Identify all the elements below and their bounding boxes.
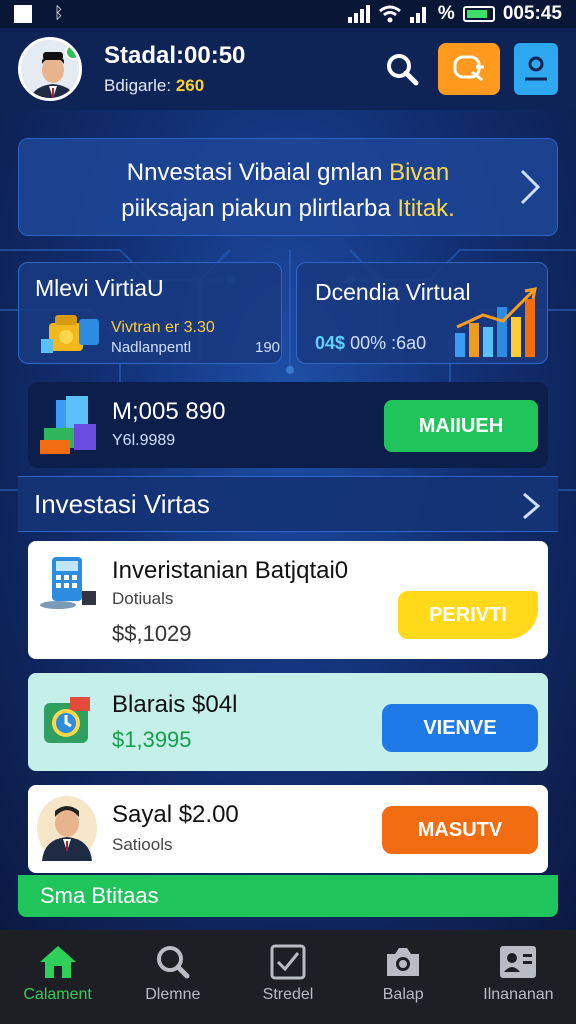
list-item[interactable]: Inveristanian Batjqtai0 Dotiuals $$,1029… bbox=[28, 541, 548, 659]
item-price: $$,1029 bbox=[112, 621, 192, 646]
bluetooth-icon: ᛒ bbox=[54, 5, 64, 22]
chevron-right-icon bbox=[523, 492, 541, 520]
nav-label: Dlemne bbox=[145, 986, 201, 1003]
bar-chart-icon bbox=[455, 287, 537, 357]
nav-item-search[interactable]: Dlemne bbox=[115, 930, 230, 1024]
banner-highlight-1: Bivan bbox=[389, 159, 450, 186]
bottom-navigation: Calament Dlemne Stredel Balap Ilnananan bbox=[0, 930, 576, 1024]
balance-panel: M;005 890 Y6l.9989 MAIIUEH bbox=[28, 382, 548, 468]
item-price: $1,3995 bbox=[112, 727, 192, 752]
percent-value: 04$ bbox=[315, 333, 346, 353]
percent-text: 00% :6a0 bbox=[350, 333, 427, 353]
avatar[interactable] bbox=[18, 37, 82, 101]
chat-icon bbox=[453, 55, 484, 82]
nav-item-camera[interactable]: Balap bbox=[346, 930, 461, 1024]
nav-label: Ilnananan bbox=[483, 986, 554, 1003]
item-action-button[interactable]: MASUTV bbox=[382, 806, 538, 854]
nav-item-tasks[interactable]: Stredel bbox=[230, 930, 345, 1024]
bottom-banner[interactable]: Sma Btitaas bbox=[18, 875, 558, 917]
item-action-button[interactable]: PERIVTI bbox=[398, 591, 538, 639]
signal-icon-2 bbox=[409, 7, 426, 23]
user-balance-line: Bdigarle: 260 bbox=[104, 76, 366, 96]
checkbox-icon bbox=[270, 944, 306, 980]
card-line-1: Vivtran er 3.30 bbox=[111, 319, 215, 336]
section-header[interactable]: Investasi Virtas bbox=[18, 476, 558, 532]
section-title: Investasi Virtas bbox=[34, 488, 210, 519]
wallet-clock-icon bbox=[44, 697, 90, 743]
battery-percent: % bbox=[437, 3, 455, 24]
card-title: Mlevi VirtiaU bbox=[35, 275, 164, 301]
notification-icon bbox=[14, 5, 32, 23]
app-header: Stadal:00:50 Bdigarle: 260 bbox=[0, 28, 576, 110]
wifi-icon bbox=[378, 5, 401, 23]
item-subtitle: Dotiuals bbox=[112, 589, 174, 608]
status-bar: ᛒ % 005:45 bbox=[0, 0, 576, 28]
user-icon bbox=[525, 56, 547, 81]
online-status-dot bbox=[65, 44, 79, 60]
calculator-icon bbox=[40, 557, 96, 609]
search-button[interactable] bbox=[380, 47, 424, 91]
nav-item-profile[interactable]: Ilnananan bbox=[461, 930, 576, 1024]
camera-icon bbox=[387, 948, 420, 976]
card-line-2-value: 190 bbox=[255, 339, 281, 356]
profile-button[interactable] bbox=[514, 43, 558, 95]
promo-banner[interactable]: Nnvestasi Vibaial gmlan Bivan piiksajan … bbox=[18, 138, 558, 236]
money-bag-icon bbox=[41, 315, 99, 353]
search-icon bbox=[387, 54, 419, 86]
banner-text-2: piiksajan piakun plirtlarba bbox=[121, 195, 391, 222]
nav-label: Calament bbox=[23, 986, 92, 1003]
cards-stack-icon bbox=[40, 396, 96, 454]
card-title: Dcendia Virtual bbox=[315, 279, 471, 305]
list-item[interactable]: Sayal $2.00 Satiools MASUTV bbox=[28, 785, 548, 873]
signal-icon bbox=[347, 5, 370, 23]
virtual-wallet-card[interactable]: Mlevi VirtiaU Vivtran er 3.30 Nadlanpent… bbox=[18, 262, 282, 364]
balance-action-button[interactable]: MAIIUEH bbox=[384, 400, 538, 452]
nav-item-home[interactable]: Calament bbox=[0, 930, 115, 1024]
balance-sub: Y6l.9989 bbox=[112, 432, 176, 449]
balance-amount: M;005 890 bbox=[112, 398, 226, 425]
user-name: Stadal:00:50 bbox=[104, 42, 246, 69]
item-subtitle: Satiools bbox=[112, 835, 173, 854]
coin-value: 260 bbox=[175, 76, 205, 95]
chat-button[interactable] bbox=[438, 43, 500, 95]
item-title: Blarais $04l bbox=[112, 691, 238, 718]
banner-highlight-2: Ititak. bbox=[397, 195, 455, 222]
card-line-2: Nadlanpentl bbox=[111, 339, 192, 356]
balance-label: Bdigarle: bbox=[104, 76, 172, 95]
item-action-button[interactable]: VIENVE bbox=[382, 704, 538, 752]
chevron-right-icon bbox=[520, 169, 541, 205]
card-percent: 04$ 00% :6a0 bbox=[315, 333, 426, 354]
home-icon bbox=[39, 946, 76, 978]
item-title: Inveristanian Batjqtai0 bbox=[112, 557, 349, 584]
battery-icon bbox=[462, 6, 495, 22]
search-icon bbox=[156, 946, 190, 979]
person-avatar-icon bbox=[37, 796, 97, 861]
list-item[interactable]: Blarais $04l $1,3995 VIENVE bbox=[28, 673, 548, 771]
banner-text-1: Nnvestasi Vibaial gmlan bbox=[126, 159, 383, 186]
id-card-icon bbox=[500, 946, 537, 978]
banner-line-2: piiksajan piakun plirtlarba Ititak. bbox=[19, 191, 557, 227]
banner-line-1: Nnvestasi Vibaial gmlan Bivan bbox=[19, 155, 557, 191]
status-time: 005:45 bbox=[502, 3, 562, 24]
nav-label: Stredel bbox=[262, 986, 314, 1003]
item-title: Sayal $2.00 bbox=[112, 801, 239, 828]
nav-label: Balap bbox=[382, 986, 424, 1003]
virtual-trend-card[interactable]: Dcendia Virtual 04$ 00% :6a0 bbox=[296, 262, 548, 364]
